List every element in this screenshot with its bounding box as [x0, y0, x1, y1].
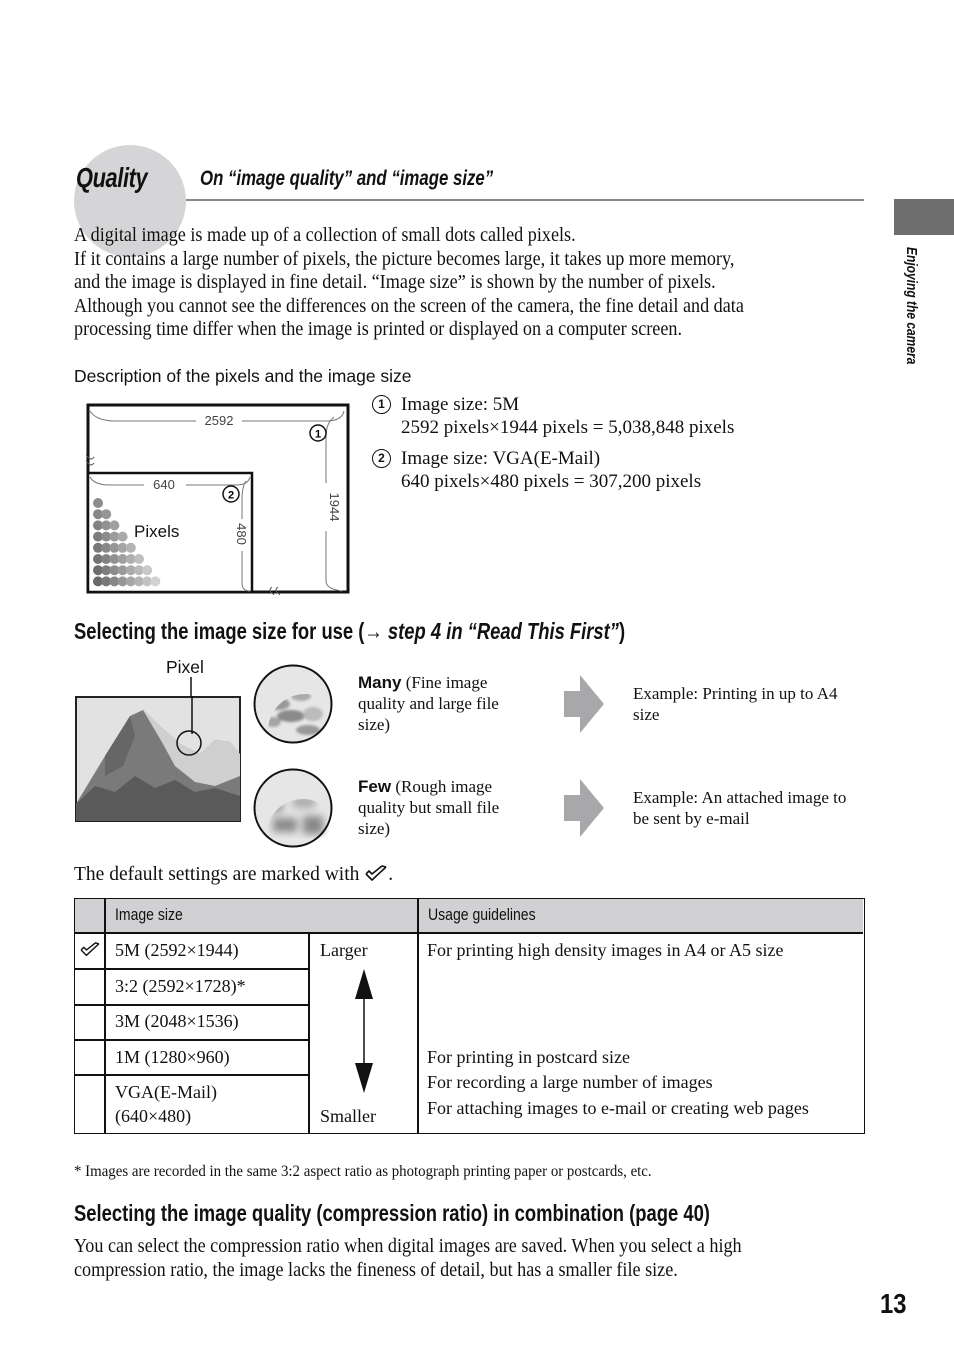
pixel-dot	[117, 531, 128, 542]
diagram-caption: Description of the pixels and the image …	[74, 366, 412, 386]
legend-detail: 640 pixels×480 pixels = 307,200 pixels	[401, 471, 702, 492]
usage-guideline: For attaching images to e-mail or creati…	[427, 1098, 809, 1118]
intro-paragraph: A digital image is made up of a collecti…	[74, 224, 864, 342]
legend-title: Image size: VGA(E-Mail)	[401, 448, 601, 469]
note-text: The default settings are marked with	[74, 864, 360, 885]
table-divider	[75, 1039, 309, 1041]
scale-smaller-label: Smaller	[320, 1106, 376, 1126]
pixel-dot	[150, 576, 161, 587]
example-text: Example: Printing in up to A4 size	[633, 684, 838, 724]
legend-item: 1 Image size: 5M 2592 pixels×1944 pixels…	[372, 393, 734, 439]
legend-detail: 2592 pixels×1944 pixels = 5,038,848 pixe…	[401, 417, 735, 438]
table-divider	[75, 932, 863, 934]
intro-line: A digital image is made up of a collecti…	[74, 225, 576, 246]
checkmark-icon	[364, 865, 388, 889]
size-line: VGA(E-Mail)	[115, 1082, 217, 1102]
heading-link-reference: step 4 in “Read This First”	[387, 618, 619, 644]
section-heading: Selecting the image quality (compression…	[74, 1200, 710, 1226]
header-usage-guidelines: Usage guidelines	[428, 906, 536, 924]
table-divider	[75, 1074, 309, 1076]
size-line: (640×480)	[115, 1106, 192, 1126]
intro-line: and the image is displayed in fine detai…	[74, 272, 716, 293]
quality-description-few: Few (Rough image quality but small file …	[358, 776, 528, 839]
right-arrow-icon	[564, 779, 604, 837]
quality-level: Few	[358, 777, 392, 796]
paragraph-line: You can select the compression ratio whe…	[74, 1236, 742, 1257]
table-header-row: Image size Usage guidelines	[75, 899, 863, 933]
inner-width-label: 640	[153, 477, 175, 492]
number-2-icon: 2	[372, 449, 391, 468]
right-arrow-icon	[564, 675, 604, 733]
table-divider	[75, 1004, 309, 1006]
table-row-size: 5M (2592×1944)	[115, 940, 239, 960]
pixels-label: Pixels	[134, 522, 179, 541]
pixel-dot	[134, 554, 144, 564]
table-divider	[75, 968, 309, 970]
quality-description-many: Many (Fine image quality and large file …	[358, 672, 528, 735]
page-number: 13	[880, 1288, 907, 1319]
pixel-callout-label: Pixel	[166, 657, 204, 677]
header-image-size: Image size	[115, 906, 183, 924]
table-row-size: VGA(E-Mail) (640×480)	[115, 1080, 217, 1128]
intro-line: processing time differ when the image is…	[74, 319, 683, 340]
up-down-arrow-icon	[353, 969, 375, 1098]
table-divider	[104, 899, 106, 1133]
example-text: Example: An attached image to be sent by…	[633, 788, 847, 828]
intro-line: Although you cannot see the differences …	[74, 295, 744, 317]
chapter-tab	[894, 199, 954, 235]
table-divider	[417, 899, 419, 1133]
inner-height-label: 480	[234, 523, 249, 545]
legend-title: Image size: 5M	[401, 394, 520, 415]
scale-larger-label: Larger	[320, 940, 368, 960]
section-paragraph: You can select the compression ratio whe…	[74, 1235, 792, 1282]
pixel-dot	[125, 542, 136, 553]
header-divider	[186, 199, 864, 201]
table-divider	[308, 933, 310, 1133]
footnote: * Images are recorded in the same 3:2 as…	[74, 1163, 652, 1180]
pixel-dot	[109, 520, 120, 531]
number-1-icon: 1	[372, 395, 391, 414]
table-row-size: 3:2 (2592×1728)*	[115, 976, 246, 996]
paragraph-line: compression ratio, the image lacks the f…	[74, 1259, 678, 1281]
legend-item: 2 Image size: VGA(E-Mail) 640 pixels×480…	[372, 447, 701, 493]
outer-width-label: 2592	[205, 413, 234, 428]
fine-detail-zoom-circle	[253, 664, 333, 744]
usage-guideline: For printing in postcard size	[427, 1047, 630, 1067]
usage-guideline: For recording a large number of images	[427, 1072, 713, 1092]
rough-detail-zoom-circle	[253, 768, 333, 848]
pixel-dot	[93, 498, 103, 508]
marker-2-label: 2	[228, 490, 234, 502]
section-title: Quality	[76, 162, 148, 193]
image-size-table: Image size Usage guidelines 5M (2592×194…	[74, 898, 865, 1134]
pixel-dot	[101, 509, 112, 520]
heading-text: Selecting the image size for use (→	[74, 618, 388, 644]
default-settings-note: The default settings are marked with .	[74, 864, 393, 889]
table-row-size: 3M (2048×1536)	[115, 1011, 239, 1031]
outer-height-label: 1944	[327, 493, 342, 522]
default-checkmark-icon	[79, 942, 101, 963]
chapter-label: Enjoying the camera	[903, 247, 920, 365]
pixel-size-diagram: 2592 1944 1 640 480 2 Pixels	[81, 403, 350, 600]
heading-text-close: )	[618, 618, 626, 644]
intro-line: If it contains a large number of pixels,…	[74, 248, 735, 270]
marker-1-label: 1	[315, 429, 321, 441]
quality-level: Many	[358, 673, 402, 692]
table-row-size: 1M (1280×960)	[115, 1047, 230, 1067]
mountain-photo	[75, 696, 241, 822]
note-suffix: .	[388, 864, 394, 885]
pixel-dot	[142, 565, 153, 576]
usage-guideline: For printing high density images in A4 o…	[427, 940, 784, 960]
section-heading: Selecting the image size for use (→ step…	[74, 618, 625, 645]
page-subtitle: On “image quality” and “image size”	[200, 167, 494, 190]
